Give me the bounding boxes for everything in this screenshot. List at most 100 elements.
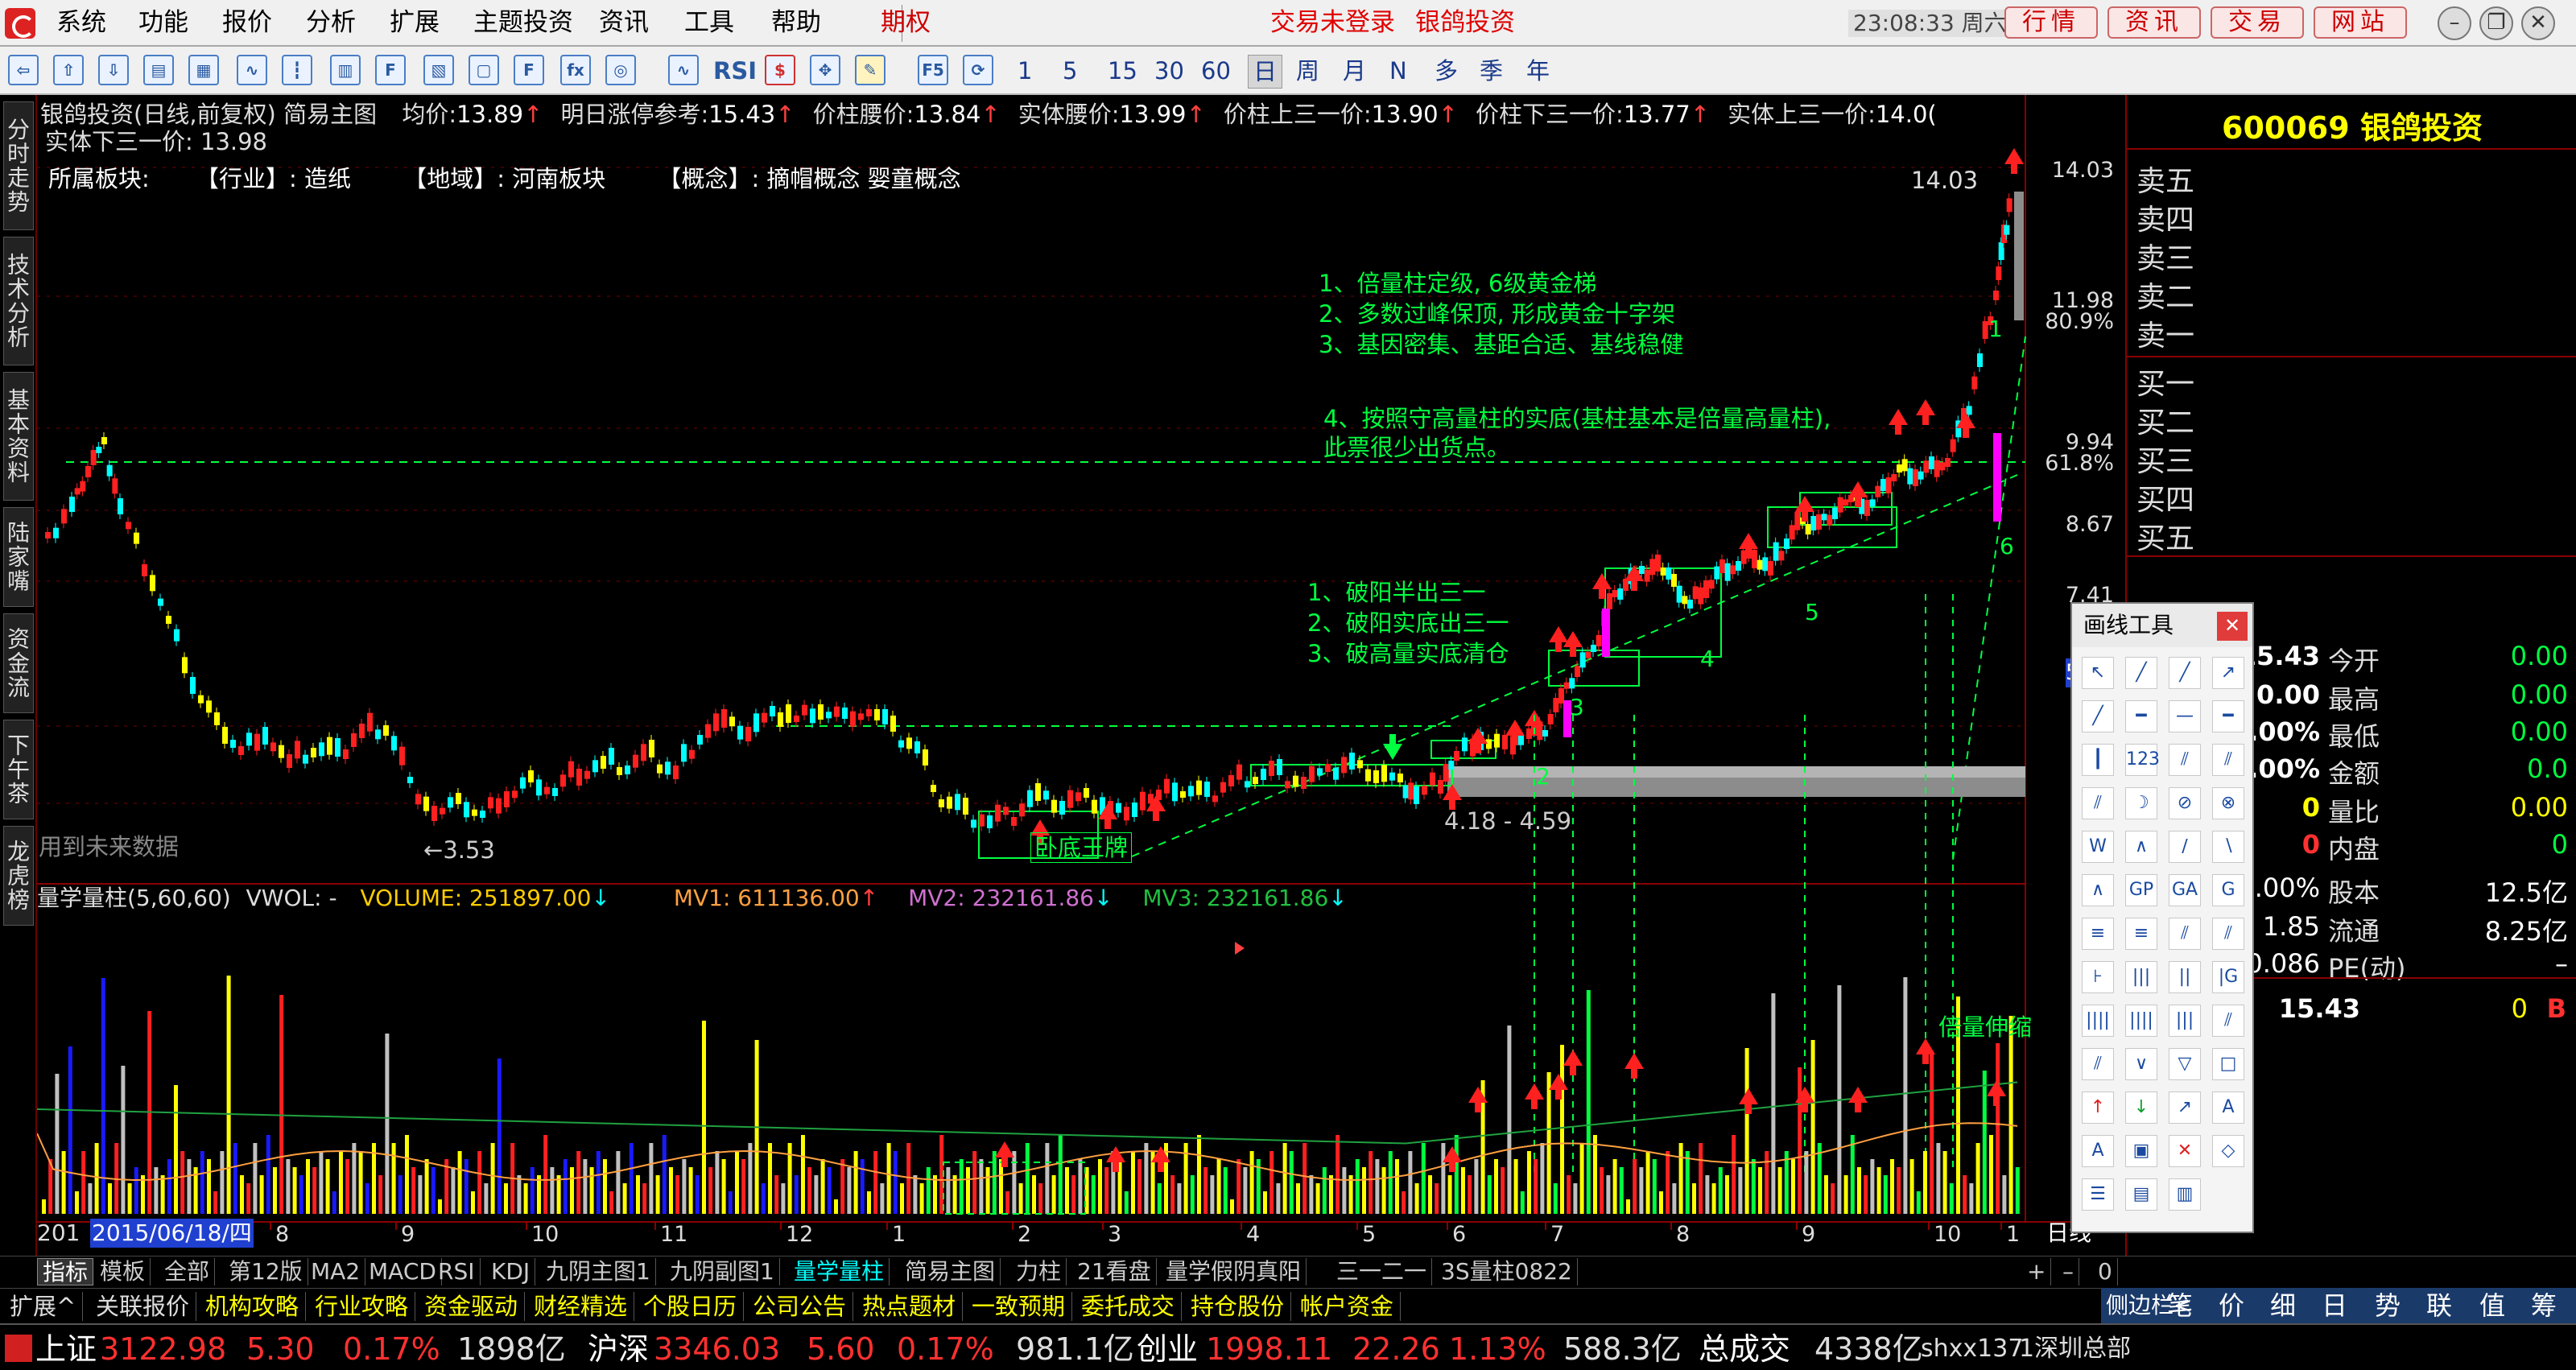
side-tab-8[interactable]: 筹: [2531, 1291, 2557, 1320]
draw-tool-9[interactable]: 123: [2125, 744, 2160, 776]
period-11[interactable]: 年: [1526, 55, 1550, 87]
draw-tool-17[interactable]: ∧: [2125, 831, 2157, 863]
f10-icon[interactable]: ▥: [330, 55, 361, 85]
template-tab-16[interactable]: 3S量柱0822: [1436, 1258, 1578, 1285]
menu-6[interactable]: 资讯: [599, 6, 649, 39]
draw-tool-37[interactable]: ∨: [2125, 1048, 2157, 1080]
draw-tool-11[interactable]: ⫽: [2212, 744, 2244, 776]
back-icon[interactable]: ⇦: [8, 55, 39, 85]
menu-options[interactable]: 期权: [881, 6, 931, 39]
ext-tab-6[interactable]: 个股日历: [637, 1292, 745, 1321]
sz-label[interactable]: 沪深: [588, 1331, 649, 1367]
draw-tool-36[interactable]: ⫽: [2082, 1048, 2114, 1080]
draw-tool-50[interactable]: ▥: [2169, 1178, 2201, 1211]
menu-1[interactable]: 功能: [138, 6, 188, 39]
template-tab-1[interactable]: 模板: [95, 1258, 151, 1285]
draw-tool-3[interactable]: ↗: [2212, 657, 2244, 689]
draw-tool-48[interactable]: ☰: [2082, 1178, 2114, 1211]
left-tab-5[interactable]: 下午茶: [3, 720, 34, 819]
side-tab-3[interactable]: 细: [2270, 1291, 2296, 1320]
ext-tab-7[interactable]: 公司公告: [746, 1292, 854, 1321]
left-tab-2[interactable]: 基本资料: [3, 372, 34, 501]
move-icon[interactable]: ✥: [810, 55, 840, 85]
menu-0[interactable]: 系统: [56, 6, 106, 39]
draw-tool-44[interactable]: A: [2082, 1135, 2114, 1167]
draw-tool-2[interactable]: ╱: [2169, 657, 2201, 689]
draw-tool-6[interactable]: —: [2169, 700, 2201, 732]
template-tab-13[interactable]: 21看盘: [1072, 1258, 1157, 1285]
ext-tab-2[interactable]: 机构攻略: [199, 1292, 307, 1321]
ext-tab-3[interactable]: 行业攻略: [308, 1292, 416, 1321]
draw-tool-49[interactable]: ▤: [2125, 1178, 2157, 1211]
menu-4[interactable]: 扩展: [390, 6, 440, 39]
draw-tool-5[interactable]: ━: [2125, 700, 2157, 732]
draw-tool-0[interactable]: ↖: [2082, 657, 2114, 689]
rsi-button[interactable]: RSI: [713, 55, 757, 87]
draw-tool-38[interactable]: ▽: [2169, 1048, 2201, 1080]
draw-tool-10[interactable]: ⫽: [2169, 744, 2201, 776]
quick-button-2[interactable]: 交易: [2211, 6, 2304, 39]
kline-chart-panel[interactable]: 1 2 3 4 5 6 8 9 10 11 12 1 2 3 4 5 6 7 8 9 10 1 银鸽投资(日线,前复权) …: [37, 95, 2125, 1248]
left-tab-1[interactable]: 技术分析: [3, 237, 34, 365]
ext-tab-1[interactable]: 关联报价: [89, 1292, 197, 1321]
close-icon[interactable]: ✕: [2217, 612, 2248, 641]
draw-tool-14[interactable]: ⊘: [2169, 787, 2201, 819]
template-tab-4[interactable]: MA2: [306, 1258, 366, 1285]
remove-tab-button[interactable]: –: [2058, 1258, 2079, 1285]
side-tab-4[interactable]: 日: [2322, 1291, 2347, 1320]
period-0[interactable]: 1: [1018, 55, 1032, 87]
quick-button-0[interactable]: 行情: [2004, 6, 2098, 39]
doc-icon[interactable]: ▢: [469, 55, 499, 85]
target-icon[interactable]: ◎: [605, 55, 636, 85]
draw-tool-23[interactable]: G: [2212, 874, 2244, 906]
menu-2[interactable]: 报价: [222, 6, 272, 39]
period-10[interactable]: 季: [1480, 55, 1503, 87]
left-tab-3[interactable]: 陆家嘴: [3, 507, 34, 607]
template-tab-8[interactable]: 九阴主图1: [541, 1258, 656, 1285]
draw-tool-22[interactable]: GA: [2169, 874, 2201, 906]
draw-tool-27[interactable]: ⫽: [2212, 918, 2244, 950]
login-status[interactable]: 交易未登录: [1270, 6, 1395, 39]
selected-date[interactable]: 2015/06/18/四: [90, 1219, 254, 1248]
draw-tool-window[interactable]: 画线工具 ✕ ↖ ╱ ╱ ↗ ╱ ━ — ━ ┃ 123 ⫽ ⫽ ⫽ ☽ ⊘ ⊗ W ∧ ∕ ∖ ∧ GP GA G ≡ ≡ ⫽ ⫽ ⊦…: [2070, 602, 2254, 1233]
server-name[interactable]: 1深圳总部: [2019, 1331, 2131, 1367]
draw-tool-45[interactable]: ▣: [2125, 1135, 2157, 1167]
left-tab-6[interactable]: 龙虎榜: [3, 826, 34, 926]
menu-7[interactable]: 工具: [684, 6, 734, 39]
template-tab-12[interactable]: 力柱: [1011, 1258, 1067, 1285]
refresh-icon[interactable]: ⟳: [963, 55, 993, 85]
period-7[interactable]: 月: [1343, 55, 1366, 87]
side-tab-6[interactable]: 联: [2426, 1291, 2452, 1320]
f5-icon[interactable]: F5: [918, 55, 948, 85]
left-tab-4[interactable]: 资金流: [3, 613, 34, 713]
draw-tool-31[interactable]: |G: [2212, 961, 2244, 993]
template-tab-15[interactable]: 三一二一: [1331, 1258, 1433, 1285]
draw-tool-26[interactable]: ⫽: [2169, 918, 2201, 950]
ext-tab-0[interactable]: 扩展^: [3, 1292, 84, 1321]
close-window-icon[interactable]: ✕: [2521, 6, 2555, 40]
draw-tool-33[interactable]: ||||: [2125, 1005, 2157, 1037]
draw-tool-41[interactable]: ↓: [2125, 1091, 2157, 1124]
sector-industry[interactable]: 【行业】: 造纸: [196, 165, 351, 192]
fio-icon[interactable]: F: [375, 55, 406, 85]
period-1[interactable]: 5: [1063, 55, 1077, 87]
side-tab-1[interactable]: 笔: [2167, 1291, 2193, 1320]
draw-tool-13[interactable]: ☽: [2125, 787, 2157, 819]
formula-icon[interactable]: fx: [560, 55, 591, 85]
fiz-icon[interactable]: F: [514, 55, 544, 85]
side-tab-2[interactable]: 价: [2219, 1291, 2244, 1320]
period-8[interactable]: N: [1389, 55, 1407, 87]
grid-icon[interactable]: ▦: [188, 55, 219, 85]
ext-tab-5[interactable]: 财经精选: [527, 1292, 635, 1321]
up-icon[interactable]: ⇧: [53, 55, 84, 85]
down-icon[interactable]: ⇩: [98, 55, 129, 85]
menu-5[interactable]: 主题投资: [473, 6, 573, 39]
sh-label[interactable]: 上证: [35, 1331, 97, 1367]
draw-tool-28[interactable]: ⊦: [2082, 961, 2114, 993]
money-icon[interactable]: $: [765, 55, 795, 85]
draw-tool-7[interactable]: ━: [2212, 700, 2244, 732]
add-tab-button[interactable]: +: [2022, 1258, 2052, 1285]
template-tab-5[interactable]: MACD: [364, 1258, 442, 1285]
draw-tool-35[interactable]: ⫽: [2212, 1005, 2244, 1037]
draw-tool-8[interactable]: ┃: [2082, 744, 2114, 776]
